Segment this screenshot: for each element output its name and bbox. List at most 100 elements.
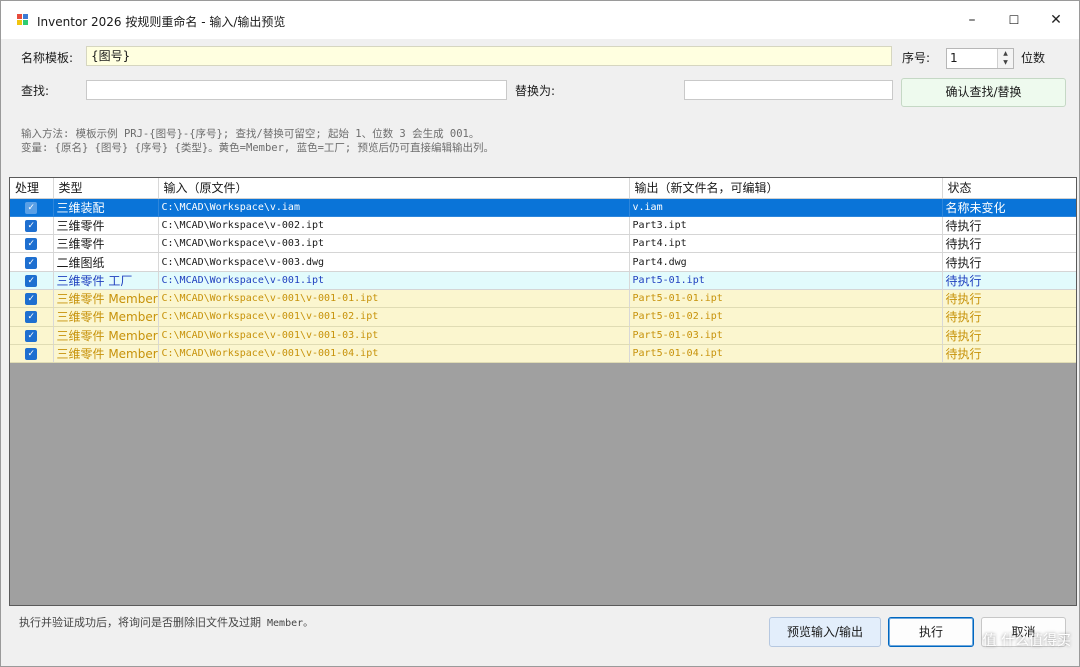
checkbox-cell[interactable]: ✓ [10, 252, 54, 272]
execute-button[interactable]: 执行 [888, 617, 974, 647]
replace-input[interactable] [684, 80, 893, 100]
preview-table: 处理 类型 输入（原文件） 输出（新文件名，可编辑） 状态 ✓ 三维装配 C:\MC… [10, 178, 1076, 364]
hint-line-2: 变量: {原名} {图号} {序号} {类型}。黄色=Member, 蓝色=工厂… [21, 142, 495, 154]
cell-input-path[interactable]: C:\MCAD\Workspace\v-001\v-001-01.ipt [158, 289, 630, 309]
watermark: 值 什么值得买 [982, 633, 1071, 649]
stepper-up-icon[interactable]: ▲ [998, 49, 1013, 58]
table-row[interactable]: ✓ 三维零件 Member C:\MCAD\Workspace\v-001\v-00… [10, 344, 1076, 364]
cell-input-path[interactable]: C:\MCAD\Workspace\v-001.ipt [158, 271, 630, 290]
cell-output-name[interactable]: Part3.ipt [629, 216, 943, 236]
template-label: 名称模板: [21, 51, 74, 65]
cell-output-name[interactable]: Part4.dwg [629, 252, 943, 272]
column-header-type[interactable]: 类型 [53, 178, 159, 199]
checkbox-cell[interactable]: ✓ [10, 198, 54, 217]
seq-label: 序号: [902, 51, 931, 65]
column-header-output[interactable]: 输出（新文件名，可编辑） [629, 178, 943, 199]
cell-type[interactable]: 三维零件 Member [53, 344, 159, 364]
table-row[interactable]: ✓ 三维零件 工厂 C:\MCAD\Workspace\v-001.ipt Part5… [10, 271, 1076, 290]
cell-status[interactable]: 待执行 [942, 216, 1076, 236]
checkbox-checked-icon[interactable]: ✓ [25, 201, 38, 214]
cell-type[interactable]: 三维零件 [53, 216, 159, 236]
cell-input-path[interactable]: C:\MCAD\Workspace\v-002.ipt [158, 216, 630, 236]
hint-line-1: 输入方法: 模板示例 PRJ-{图号}-{序号}; 查找/替换可留空; 起始 1… [21, 128, 480, 140]
cell-output-name[interactable]: Part5-01-04.ipt [629, 344, 943, 364]
table-row[interactable]: ✓ 三维零件 Member C:\MCAD\Workspace\v-001\v-00… [10, 307, 1076, 327]
cell-type[interactable]: 三维零件 [53, 234, 159, 254]
find-label: 查找: [21, 84, 50, 98]
checkbox-checked-icon[interactable]: ✓ [25, 329, 38, 342]
cell-output-name[interactable]: Part5-01-02.ipt [629, 307, 943, 327]
checkbox-cell[interactable]: ✓ [10, 344, 54, 364]
column-header-status[interactable]: 状态 [942, 178, 1076, 199]
cell-status[interactable]: 待执行 [942, 271, 1076, 290]
table-row[interactable]: ✓ 三维装配 C:\MCAD\Workspace\v.iam v.iam 名称未变化 [10, 198, 1076, 217]
cell-status[interactable]: 待执行 [942, 344, 1076, 364]
cell-type[interactable]: 三维装配 [53, 198, 159, 217]
cell-output-name[interactable]: Part5-01.ipt [629, 271, 943, 290]
seq-value: 1 [950, 51, 958, 65]
cell-output-name[interactable]: Part5-01-03.ipt [629, 326, 943, 345]
cell-type[interactable]: 二维图纸 [53, 252, 159, 272]
cell-input-path[interactable]: C:\MCAD\Workspace\v-001\v-001-04.ipt [158, 344, 630, 364]
checkbox-cell[interactable]: ✓ [10, 307, 54, 327]
seq-stepper[interactable]: 1 ▲ ▼ [946, 48, 1014, 69]
close-button[interactable]: ✕ [1033, 1, 1079, 39]
checkbox-cell[interactable]: ✓ [10, 289, 54, 309]
app-icon [17, 14, 29, 26]
checkbox-checked-icon[interactable]: ✓ [25, 274, 38, 287]
cell-type[interactable]: 三维零件 工厂 [53, 271, 159, 290]
cell-input-path[interactable]: C:\MCAD\Workspace\v.iam [158, 198, 630, 217]
cell-type[interactable]: 三维零件 Member [53, 326, 159, 345]
cell-type[interactable]: 三维零件 Member [53, 289, 159, 309]
stepper-down-icon[interactable]: ▼ [998, 58, 1013, 67]
table-row[interactable]: ✓ 三维零件 Member C:\MCAD\Workspace\v-001\v-00… [10, 289, 1076, 309]
cell-status[interactable]: 待执行 [942, 307, 1076, 327]
window-title: Inventor 2026 按规则重命名 - 输入/输出预览 [37, 15, 286, 29]
preview-button[interactable]: 预览输入/输出 [769, 617, 881, 647]
find-input[interactable] [86, 80, 507, 100]
checkbox-checked-icon[interactable]: ✓ [25, 256, 38, 269]
cell-status[interactable]: 待执行 [942, 326, 1076, 345]
table-row[interactable]: ✓ 三维零件 Member C:\MCAD\Workspace\v-001\v-00… [10, 326, 1076, 345]
table-row[interactable]: ✓ 三维零件 C:\MCAD\Workspace\v-003.ipt Part4.ip… [10, 234, 1076, 254]
cell-status[interactable]: 名称未变化 [942, 198, 1076, 217]
checkbox-checked-icon[interactable]: ✓ [25, 293, 38, 306]
minimize-button[interactable]: – [949, 1, 995, 39]
cell-input-path[interactable]: C:\MCAD\Workspace\v-001\v-001-02.ipt [158, 307, 630, 327]
footer-message: 执行并验证成功后，将询问是否删除旧文件及过期 Member。 [19, 614, 313, 630]
confirm-find-replace-button[interactable]: 确认查找/替换 [901, 78, 1066, 107]
cell-status[interactable]: 待执行 [942, 252, 1076, 272]
maximize-button[interactable]: ☐ [991, 1, 1037, 39]
cell-output-name[interactable]: v.iam [629, 198, 943, 217]
checkbox-cell[interactable]: ✓ [10, 216, 54, 236]
footer-message-member: Member。 [261, 618, 314, 629]
column-header-process[interactable]: 处理 [10, 178, 54, 199]
column-header-input[interactable]: 输入（原文件） [158, 178, 630, 199]
checkbox-checked-icon[interactable]: ✓ [25, 219, 38, 232]
cell-output-name[interactable]: Part5-01-01.ipt [629, 289, 943, 309]
checkbox-cell[interactable]: ✓ [10, 234, 54, 254]
cell-type[interactable]: 三维零件 Member [53, 307, 159, 327]
cell-output-name[interactable]: Part4.ipt [629, 234, 943, 254]
checkbox-checked-icon[interactable]: ✓ [25, 348, 38, 361]
stepper-arrows[interactable]: ▲ ▼ [997, 49, 1013, 68]
cell-status[interactable]: 待执行 [942, 234, 1076, 254]
title-bar[interactable]: Inventor 2026 按规则重命名 - 输入/输出预览 – ☐ ✕ [1, 1, 1079, 39]
replace-label: 替换为: [515, 84, 556, 98]
preview-grid[interactable]: 处理 类型 输入（原文件） 输出（新文件名，可编辑） 状态 ✓ 三维装配 C:\MC… [9, 177, 1077, 606]
digits-label: 位数 [1021, 51, 1046, 65]
table-header-row: 处理 类型 输入（原文件） 输出（新文件名，可编辑） 状态 [10, 178, 1076, 199]
cell-input-path[interactable]: C:\MCAD\Workspace\v-003.ipt [158, 234, 630, 254]
cell-input-path[interactable]: C:\MCAD\Workspace\v-003.dwg [158, 252, 630, 272]
cell-input-path[interactable]: C:\MCAD\Workspace\v-001\v-001-03.ipt [158, 326, 630, 345]
checkbox-cell[interactable]: ✓ [10, 271, 54, 290]
checkbox-cell[interactable]: ✓ [10, 326, 54, 345]
checkbox-checked-icon[interactable]: ✓ [25, 311, 38, 324]
rename-dialog: Inventor 2026 按规则重命名 - 输入/输出预览 – ☐ ✕ 名称模… [0, 0, 1080, 667]
checkbox-checked-icon[interactable]: ✓ [25, 238, 38, 251]
template-input[interactable]: {图号} [86, 46, 892, 66]
cell-status[interactable]: 待执行 [942, 289, 1076, 309]
table-row[interactable]: ✓ 二维图纸 C:\MCAD\Workspace\v-003.dwg Part4.dw… [10, 252, 1076, 272]
table-row[interactable]: ✓ 三维零件 C:\MCAD\Workspace\v-002.ipt Part3.ip… [10, 216, 1076, 236]
footer-message-text: 执行并验证成功后，将询问是否删除旧文件及过期 [19, 616, 261, 629]
